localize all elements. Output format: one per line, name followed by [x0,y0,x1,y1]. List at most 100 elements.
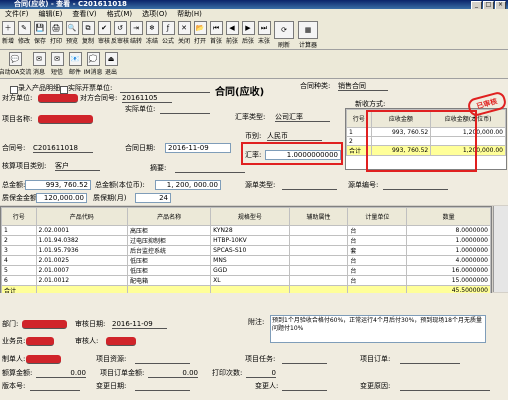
grid-cell[interactable]: 2.01.0025 [35,255,128,266]
menu-options[interactable]: 选项(O) [137,9,172,19]
grid-cell[interactable] [288,225,349,236]
other-unit-field[interactable] [38,94,78,103]
print-count-field[interactable]: 0 [246,369,276,378]
actual-invoice-checkbox[interactable] [60,86,68,94]
toolbar2-button-0[interactable]: 💬 启动OA交流 [0,50,31,78]
actual-invoice-field[interactable] [120,84,210,93]
project-total-field[interactable]: 0.00 [148,369,198,378]
menu-view[interactable]: 查看(V) [67,9,101,19]
toolbar-button-7[interactable]: ↺ 反审核 [111,19,129,45]
toolbar-button-13[interactable]: ⏮ 首张 [208,19,224,45]
toolbar-button-4[interactable]: 🔍 预览 [64,19,80,45]
record-inventory-checkbox[interactable] [10,86,18,94]
grid-cell[interactable]: 台 [347,255,408,266]
grid-cell[interactable]: 1.01.95.7936 [35,245,128,256]
grid-cell[interactable]: 2.02.0001 [35,225,128,236]
contract-type-field[interactable]: 销售合同 [338,82,388,91]
grid-cell[interactable]: 8.0000000 [406,225,491,236]
salesman-field[interactable] [26,337,54,346]
auditor-field[interactable] [106,337,136,346]
summary-field[interactable] [175,164,245,173]
note-field[interactable]: 预到1个月验收合格付60%，正常运行4个月后付30%，预到现场18个月无质量问题… [270,315,486,343]
toolbar-button-14[interactable]: ◀ 前张 [224,19,240,45]
project-name-field[interactable] [38,115,93,124]
contract-no-field[interactable]: C201611018 [33,144,93,153]
toolbar2-button-4[interactable]: 💭 IM消息 [84,50,102,78]
grid-cell[interactable]: 5 [1,265,37,276]
grid-cell[interactable] [288,265,349,276]
toolbar-button-5[interactable]: ⧉ 复制 [80,19,96,45]
grid-cell[interactable]: GGD [210,265,290,276]
grid-cell[interactable]: 配电箱 [126,275,212,286]
menu-help[interactable]: 帮助(H) [172,9,207,19]
grid-cell[interactable] [288,275,349,286]
grid-cell[interactable]: 低压柜 [126,265,212,276]
toolbar2-button-5[interactable]: ⏏ 退出 [102,50,120,78]
source-type-field[interactable] [282,181,337,190]
table-row[interactable]: 4 2.01.0025 低压柜 MNS 台 4.0000000 [1,255,491,266]
menu-format[interactable]: 格式(M) [102,9,138,19]
changer-field[interactable] [282,382,327,391]
rate-type-field[interactable]: 公司汇率 [275,113,330,122]
actual-unit-field[interactable] [160,105,210,114]
grid-cell[interactable]: 6 [1,275,37,286]
grid-cell[interactable]: SPCAS-S10 [210,245,290,256]
toolbar-button-3[interactable]: 🖨 打印 [48,19,64,45]
grid-cell[interactable]: 2.01.0012 [35,275,128,286]
maker-field[interactable] [26,355,61,364]
menu-file[interactable]: 文件(F) [0,9,34,19]
toolbar2-button-2[interactable]: ✉ 短信 [48,50,66,78]
grid-cell[interactable]: KYN28 [210,225,290,236]
toolbar-button-2[interactable]: 💾 保存 [32,19,48,45]
menu-edit[interactable]: 编辑(E) [34,9,68,19]
offset-amount-field[interactable]: 0.00 [36,369,86,378]
change-date-field[interactable] [135,382,190,391]
grid-cell[interactable]: HTBP-10KV [210,235,290,246]
total-field[interactable]: 993, 760.52 [25,180,91,190]
toolbar-button-0[interactable]: ＋ 新增 [0,19,16,45]
grid-cell[interactable]: 16.0000000 [406,265,491,276]
warranty-field[interactable]: 120,000.00 [36,193,87,203]
core-class-field[interactable]: 客户 [55,162,100,171]
grid-cell[interactable]: 套 [347,245,408,256]
change-reason-field[interactable] [400,382,490,391]
toolbar-button-6[interactable]: ✔ 审核 [96,19,112,45]
toolbar-button-18[interactable]: ▦ 计算器 [296,19,320,49]
dept-field[interactable] [22,320,67,329]
toolbar-button-11[interactable]: ✕ 关闭 [176,19,192,45]
toolbar-button-9[interactable]: ❄ 冻结 [144,19,160,45]
audit-date-field[interactable]: 2016-11-09 [112,320,167,329]
toolbar-button-1[interactable]: ✎ 修改 [16,19,32,45]
vertical-scrollbar[interactable] [493,206,508,292]
grid-cell[interactable]: 3 [1,245,37,256]
grid-cell[interactable]: 1.0000000 [406,235,491,246]
toolbar2-button-3[interactable]: 📧 邮件 [66,50,84,78]
grid-cell[interactable]: 台 [347,275,408,286]
grid-cell[interactable]: 1 [1,225,37,236]
grid-cell[interactable]: 4 [1,255,37,266]
warranty-months-field[interactable]: 24 [135,193,171,203]
grid-cell[interactable]: 1.0000000 [406,245,491,256]
grid-cell[interactable] [288,235,349,246]
other-contract-field[interactable]: 20161105 [122,94,172,103]
grid-cell[interactable]: 台 [347,235,408,246]
grid-cell[interactable] [288,255,349,266]
grid-cell[interactable]: 2.01.0007 [35,265,128,276]
table-row[interactable]: 1 2.02.0001 高压柜 KYN28 台 8.0000000 [1,225,491,236]
project-task-field[interactable] [282,355,327,364]
version-field[interactable] [30,382,80,391]
grid-cell[interactable]: 4.0000000 [406,255,491,266]
table-row[interactable]: 2 1.01.94.0382 过电压抑制柜 HTBP-10KV 台 1.0000000 [1,235,491,246]
contract-date-field[interactable]: 2016-11-09 [165,143,231,153]
grid-cell[interactable]: 高压柜 [126,225,212,236]
project-order-field[interactable] [400,355,460,364]
grid-cell[interactable]: 过电压抑制柜 [126,235,212,246]
toolbar-button-17[interactable]: ⟳ 刷新 [272,19,296,49]
grid-cell[interactable]: XL [210,275,290,286]
currency-field[interactable]: 人民币 [267,132,322,141]
grid-cell[interactable]: 台 [347,265,408,276]
table-row[interactable]: 5 2.01.0007 低压柜 GGD 台 16.0000000 [1,265,491,276]
grid-cell[interactable]: 1.01.94.0382 [35,235,128,246]
source-no-field[interactable] [383,181,448,190]
grid-cell[interactable] [288,245,349,256]
